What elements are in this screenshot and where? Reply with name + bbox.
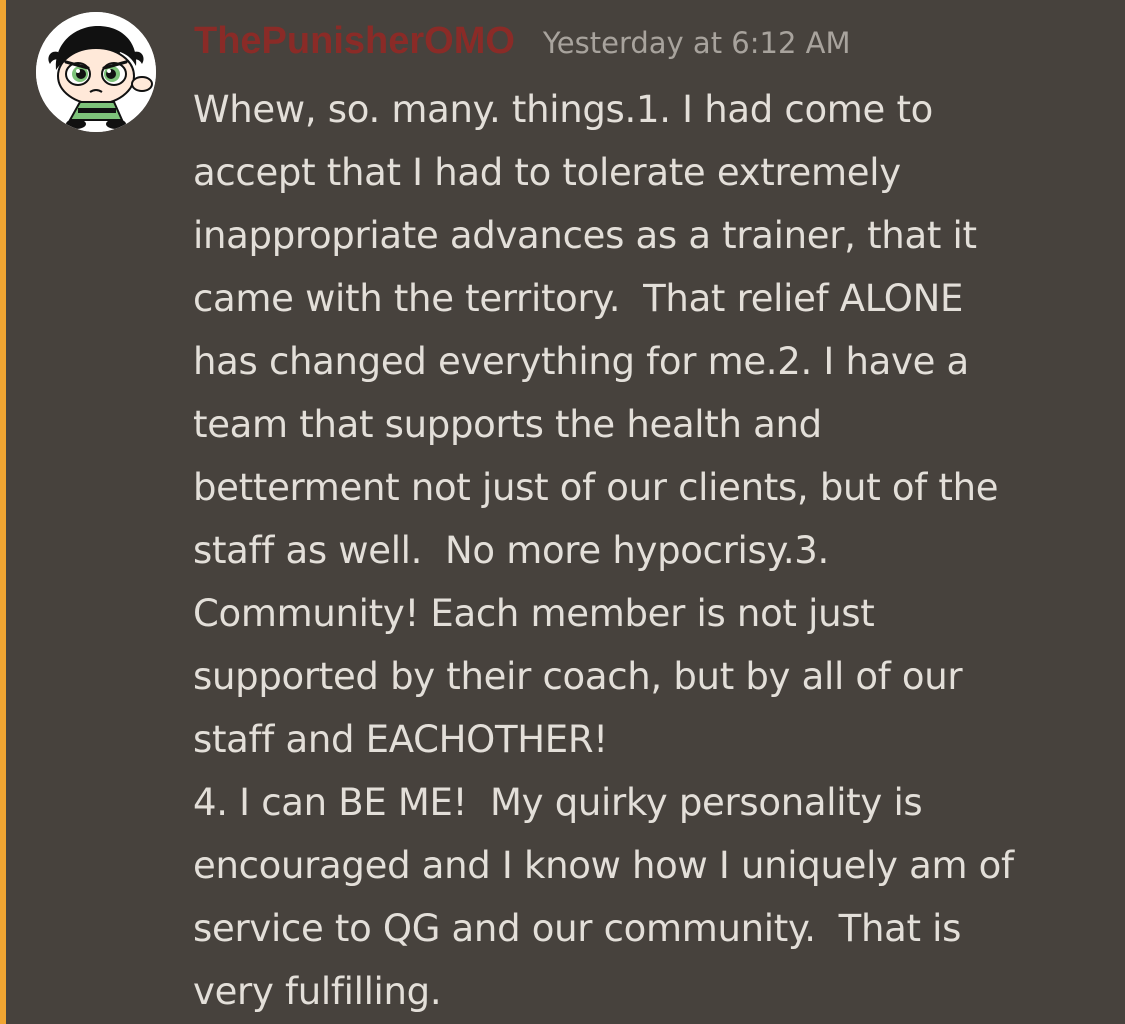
message-line: team that supports the health and [193,403,822,446]
message-line: has changed everything for me.2. I have … [193,340,969,383]
buttercup-avatar-icon [36,12,156,132]
message-line: came with the territory. That relief ALO… [193,277,964,320]
message-line: very fulfilling. [193,970,442,1013]
message-line: betterment not just of our clients, but … [193,466,999,509]
message-line: inappropriate advances as a trainer, tha… [193,214,977,257]
message-line: service to QG and our community. That is [193,907,962,950]
message-highlight-bar [0,0,6,1024]
message-header: ThePunisherOMO Yesterday at 6:12 AM [194,20,850,74]
chat-message-view: ThePunisherOMO Yesterday at 6:12 AM Whew… [0,0,1125,1024]
message-body: Whew, so. many. things.1. I had come to … [193,78,1103,1023]
message-line: staff and EACHOTHER! [193,718,608,761]
message-line: Community! Each member is not just [193,592,875,635]
message-timestamp: Yesterday at 6:12 AM [542,26,851,60]
message-line: Whew, so. many. things.1. I had come to [193,88,933,131]
message-line: 4. I can BE ME! My quirky personality is [193,781,923,824]
message-line: encouraged and I know how I uniquely am … [193,844,1014,887]
message-line: supported by their coach, but by all of … [193,655,963,698]
message-line: staff as well. No more hypocrisy.3. [193,529,829,572]
username[interactable]: ThePunisherOMO [194,20,515,63]
user-avatar[interactable] [36,12,156,132]
message-line: accept that I had to tolerate extremely [193,151,901,194]
